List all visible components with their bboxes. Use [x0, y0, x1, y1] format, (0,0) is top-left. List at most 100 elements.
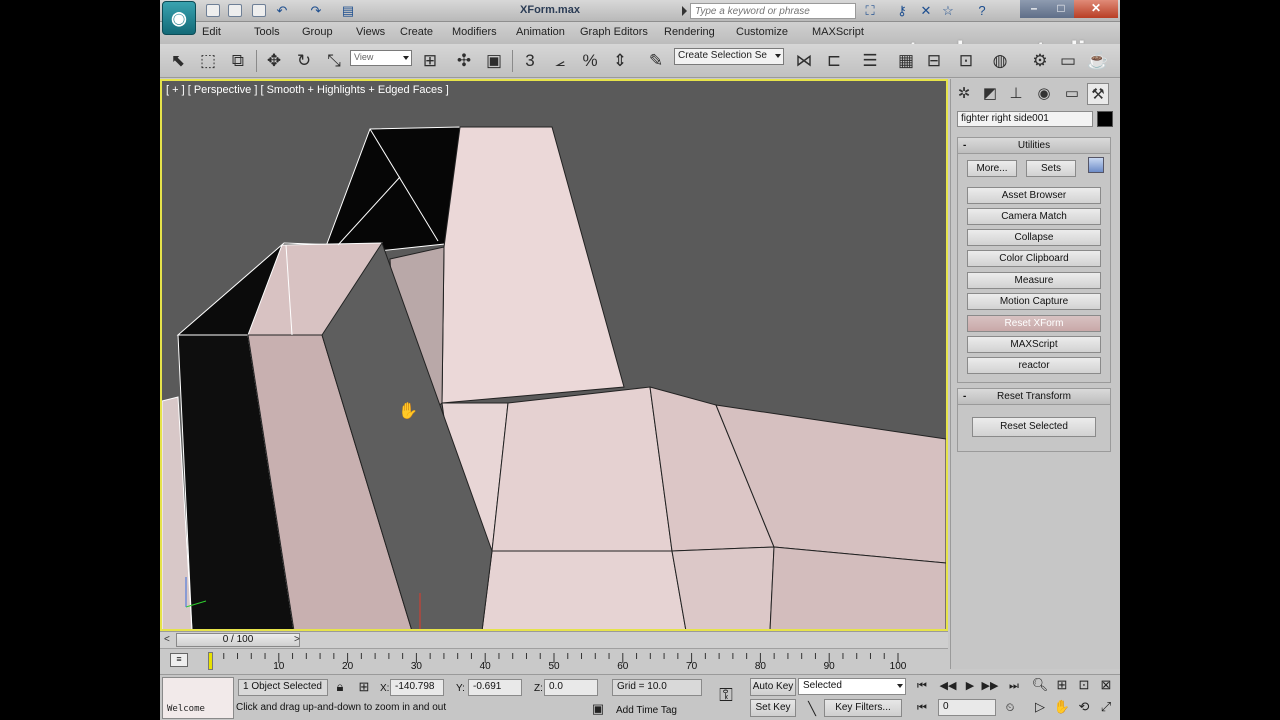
undo-icon[interactable]: ↶ — [274, 3, 290, 19]
angle-snap-icon[interactable]: ⦟ — [548, 49, 572, 73]
zoom-extents-icon[interactable]: ⊡ — [1074, 675, 1094, 695]
favorites-star-icon[interactable]: ☆ — [940, 3, 956, 19]
render-production-icon[interactable]: ☕ — [1086, 49, 1110, 73]
next-key-icon[interactable]: ▶▶ — [980, 677, 1000, 695]
edit-named-selection-icon[interactable]: ✎ — [644, 49, 668, 73]
utilities-tab-icon[interactable]: ⚒ — [1087, 83, 1109, 105]
align-icon[interactable]: ⊏ — [822, 49, 846, 73]
percent-snap-icon[interactable]: % — [578, 49, 602, 73]
window-crossing-icon[interactable]: ⧉ — [226, 49, 250, 73]
search-expand-icon[interactable] — [682, 6, 687, 16]
display-tab-icon[interactable]: ▭ — [1061, 83, 1083, 105]
named-selection-set-dropdown[interactable]: Create Selection Se — [674, 48, 784, 65]
hierarchy-tab-icon[interactable]: ⊥ — [1005, 83, 1027, 105]
select-object-icon[interactable]: ⬉ — [166, 49, 190, 73]
menu-group[interactable]: Group — [302, 26, 333, 38]
menu-maxscript[interactable]: MAXScript — [812, 26, 864, 38]
search-input[interactable] — [690, 3, 856, 19]
close-button[interactable]: ✕ — [1074, 0, 1118, 18]
zoom-icon[interactable]: 🔍︎ — [1030, 675, 1050, 695]
configure-button-sets-icon[interactable] — [1088, 157, 1104, 173]
selection-lock-icon[interactable]: 🔒︎ — [330, 677, 350, 697]
object-color-swatch[interactable] — [1097, 111, 1113, 127]
motion-tab-icon[interactable]: ◉ — [1033, 83, 1055, 105]
absolute-mode-icon[interactable]: ⊞ — [354, 677, 374, 697]
set-key-mode-icon[interactable]: ⚿ — [716, 685, 736, 705]
add-time-tag[interactable]: Add Time Tag — [616, 705, 677, 716]
application-button[interactable]: ◉ — [162, 1, 196, 35]
time-slider-thumb[interactable]: 0 / 100 — [176, 633, 300, 647]
reset-xform-button[interactable]: Reset XForm — [967, 315, 1101, 332]
subscription-key-icon[interactable]: ⚷ — [894, 3, 910, 19]
rendered-frame-window-icon[interactable]: ▭ — [1056, 49, 1080, 73]
menu-views[interactable]: Views — [356, 26, 385, 38]
save-file-icon[interactable] — [252, 4, 266, 17]
collapse-button[interactable]: Collapse — [967, 229, 1101, 246]
redo-icon[interactable]: ↷ — [308, 3, 324, 19]
render-setup-icon[interactable]: ⚙ — [1028, 49, 1052, 73]
default-in-out-tangents-icon[interactable]: ╲ — [802, 699, 822, 719]
project-folder-icon[interactable]: ▤ — [340, 3, 356, 19]
menu-tools[interactable]: Tools — [254, 26, 280, 38]
key-filters-button[interactable]: Key Filters... — [824, 699, 902, 717]
color-clipboard-button[interactable]: Color Clipboard — [967, 250, 1101, 267]
maximize-button[interactable]: □ — [1048, 0, 1074, 18]
maxscript-button[interactable]: MAXScript — [967, 336, 1101, 353]
menu-animation[interactable]: Animation — [516, 26, 565, 38]
maximize-viewport-icon[interactable]: ⤢ — [1096, 697, 1116, 717]
current-frame-indicator[interactable] — [208, 652, 213, 670]
menu-graph-editors[interactable]: Graph Editors — [580, 26, 648, 38]
mirror-icon[interactable]: ⋈ — [792, 49, 816, 73]
menu-rendering[interactable]: Rendering — [664, 26, 715, 38]
object-name-field[interactable]: fighter right side001 — [957, 111, 1093, 127]
motion-capture-button[interactable]: Motion Capture — [967, 293, 1101, 310]
layer-manager-icon[interactable]: ☰ — [858, 49, 882, 73]
modify-tab-icon[interactable]: ◩ — [979, 83, 1001, 105]
previous-key-icon[interactable]: ◀◀ — [938, 677, 958, 695]
mini-curve-editor-icon[interactable]: ≡ — [170, 653, 188, 667]
auto-key-button[interactable]: Auto Key — [750, 678, 796, 696]
reset-transform-rollout-header[interactable]: - Reset Transform — [958, 389, 1110, 405]
measure-button[interactable]: Measure — [967, 272, 1101, 289]
zoom-all-icon[interactable]: ⊞ — [1052, 675, 1072, 695]
track-bar[interactable]: ≡ 10 20 30 40 50 60 70 80 90 100 — [160, 648, 948, 674]
reactor-button[interactable]: reactor — [967, 357, 1101, 374]
menu-modifiers[interactable]: Modifiers — [452, 26, 497, 38]
current-frame-field[interactable]: 0 — [938, 699, 996, 716]
field-of-view-icon[interactable]: ▷ — [1030, 697, 1050, 717]
key-set-dropdown[interactable]: Selected — [798, 678, 906, 695]
more-button[interactable]: More... — [967, 160, 1017, 177]
sets-button[interactable]: Sets — [1026, 160, 1076, 177]
rectangular-selection-icon[interactable]: ⬚ — [196, 49, 220, 73]
pivot-center-icon[interactable]: ⊞ — [418, 49, 442, 73]
menu-create[interactable]: Create — [400, 26, 433, 38]
open-file-icon[interactable] — [228, 4, 242, 17]
go-to-start-icon[interactable]: ⏮ — [912, 677, 932, 695]
asset-browser-button[interactable]: Asset Browser — [967, 187, 1101, 204]
orbit-icon[interactable]: ⟲ — [1074, 697, 1094, 717]
z-coordinate-field[interactable]: 0.0 — [544, 679, 598, 696]
select-scale-icon[interactable]: ⤡ — [322, 49, 346, 73]
reference-coordinate-dropdown[interactable]: View — [350, 50, 412, 66]
select-manipulate-icon[interactable]: ✣ — [452, 49, 476, 73]
play-icon[interactable]: ▶ — [960, 677, 980, 695]
material-editor-icon[interactable]: ◍ — [988, 49, 1012, 73]
pan-view-icon[interactable]: ✋ — [1052, 697, 1072, 717]
menu-edit[interactable]: Edit — [202, 26, 221, 38]
create-tab-icon[interactable]: ✲ — [953, 83, 975, 105]
maxscript-mini-listener[interactable]: Welcome — [162, 677, 234, 719]
perspective-viewport[interactable]: [ + ] [ Perspective ] [ Smooth + Highlig… — [160, 79, 948, 631]
camera-match-button[interactable]: Camera Match — [967, 208, 1101, 225]
zoom-extents-all-icon[interactable]: ⊠ — [1096, 675, 1116, 695]
viewport-label[interactable]: [ + ] [ Perspective ] [ Smooth + Highlig… — [166, 84, 449, 96]
key-mode-toggle-icon[interactable]: ⏮ — [912, 699, 932, 717]
y-coordinate-field[interactable]: -0.691 — [468, 679, 522, 696]
time-slider[interactable]: < 0 / 100 > — [160, 631, 948, 648]
utilities-rollout-header[interactable]: - Utilities — [958, 138, 1110, 154]
binoculars-icon[interactable]: ⛶ — [862, 3, 878, 19]
schematic-view-icon[interactable]: ⊡ — [954, 49, 978, 73]
keyboard-shortcut-override-icon[interactable]: ▣ — [482, 49, 506, 73]
help-icon[interactable]: ? — [974, 3, 990, 19]
spinner-snap-icon[interactable]: ⇕ — [608, 49, 632, 73]
minimize-button[interactable]: – — [1020, 0, 1048, 18]
